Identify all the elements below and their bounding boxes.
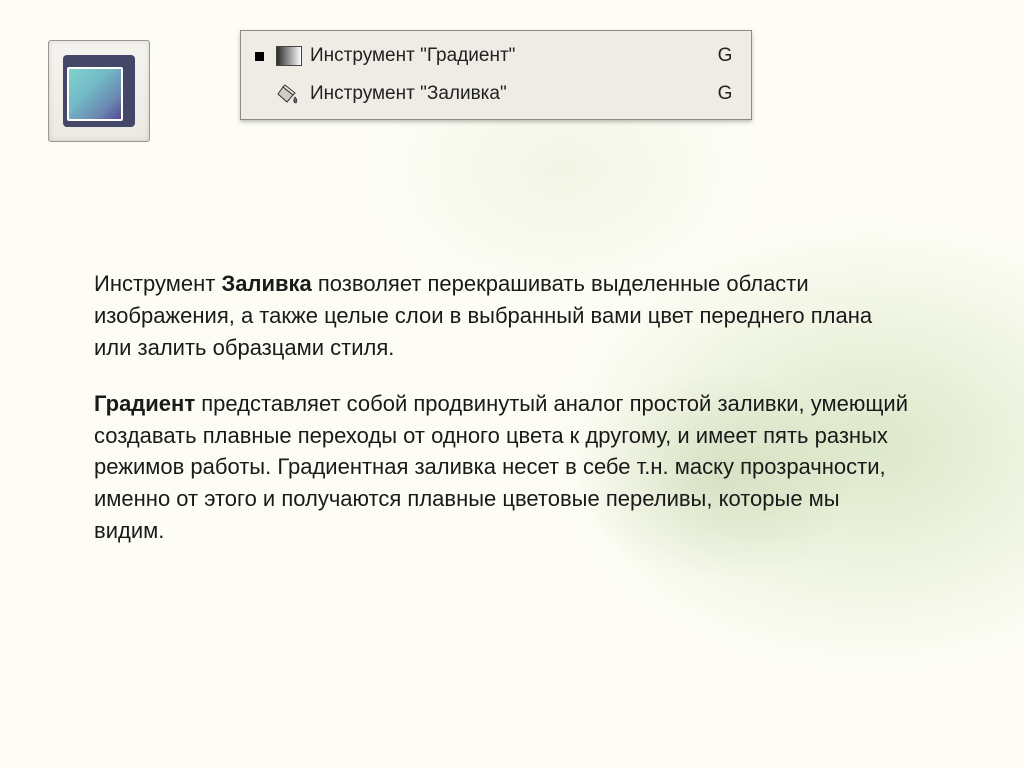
body-text: Инструмент Заливка позволяет перекрашива… [94, 268, 910, 571]
tool-flyout-menu: Инструмент "Градиент" G Инструмент "Зали… [240, 30, 752, 120]
gradient-icon [63, 55, 135, 127]
paragraph-gradient: Градиент представляет собой продвинутый … [94, 388, 910, 547]
menu-item-hotkey: G [713, 45, 737, 67]
gradient-tool-button[interactable] [48, 40, 150, 142]
gradient-swatch-icon [276, 46, 300, 66]
menu-item-label: Инструмент "Градиент" [310, 45, 713, 67]
paragraph-fill: Инструмент Заливка позволяет перекрашива… [94, 268, 910, 364]
menu-item-gradient[interactable]: Инструмент "Градиент" G [241, 37, 751, 75]
slide: Инструмент "Градиент" G Инструмент "Зали… [0, 0, 1024, 768]
paint-bucket-icon [276, 84, 300, 104]
selected-bullet-icon [255, 52, 264, 61]
menu-item-label: Инструмент "Заливка" [310, 83, 713, 105]
menu-item-hotkey: G [713, 83, 737, 105]
bullet-placeholder [255, 90, 264, 99]
menu-item-paint-bucket[interactable]: Инструмент "Заливка" G [241, 75, 751, 113]
